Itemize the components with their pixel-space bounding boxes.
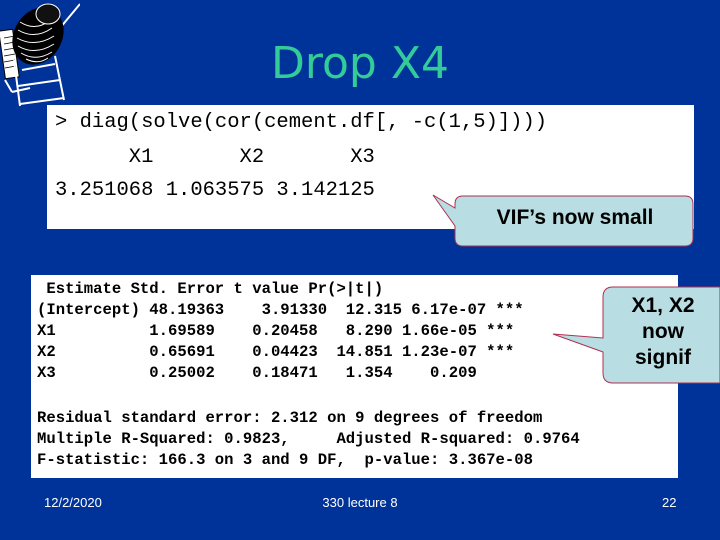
regression-output-box: Estimate Std. Error t value Pr(>|t|) (In… xyxy=(31,275,678,478)
signif-callout-line: now xyxy=(642,320,684,343)
summary-line: Multiple R-Squared: 0.9823, Adjusted R-s… xyxy=(37,430,580,448)
r-command: > diag(solve(cor(cement.df[, -c(1,5)]))) xyxy=(55,111,548,134)
coef-row: (Intercept) 48.19363 3.91330 12.315 6.17… xyxy=(37,301,524,319)
vif-header: X1 X2 X3 xyxy=(55,146,375,169)
summary-line: Residual standard error: 2.312 on 9 degr… xyxy=(37,409,543,427)
summary-line: F-statistic: 166.3 on 3 and 9 DF, p-valu… xyxy=(37,451,533,469)
signif-callout-line: signif xyxy=(635,346,691,369)
coef-row: X3 0.25002 0.18471 1.354 0.209 xyxy=(37,364,477,382)
footer-title: 330 lecture 8 xyxy=(322,495,398,510)
vif-values: 3.251068 1.063575 3.142125 xyxy=(55,179,375,202)
signif-callout-line: X1, X2 xyxy=(631,294,695,317)
vif-callout-text: VIF’s now small xyxy=(496,206,654,229)
coef-row: X1 1.69589 0.20458 8.290 1.66e-05 *** xyxy=(37,322,515,340)
slide-title: Drop X4 xyxy=(271,38,449,89)
coef-header: Estimate Std. Error t value Pr(>|t|) xyxy=(37,280,384,298)
footer-page-number: 22 xyxy=(662,495,677,510)
coef-row: X2 0.65691 0.04423 14.851 1.23e-07 *** xyxy=(37,343,515,361)
signif-callout-text: X1, X2 now signif xyxy=(606,293,720,371)
